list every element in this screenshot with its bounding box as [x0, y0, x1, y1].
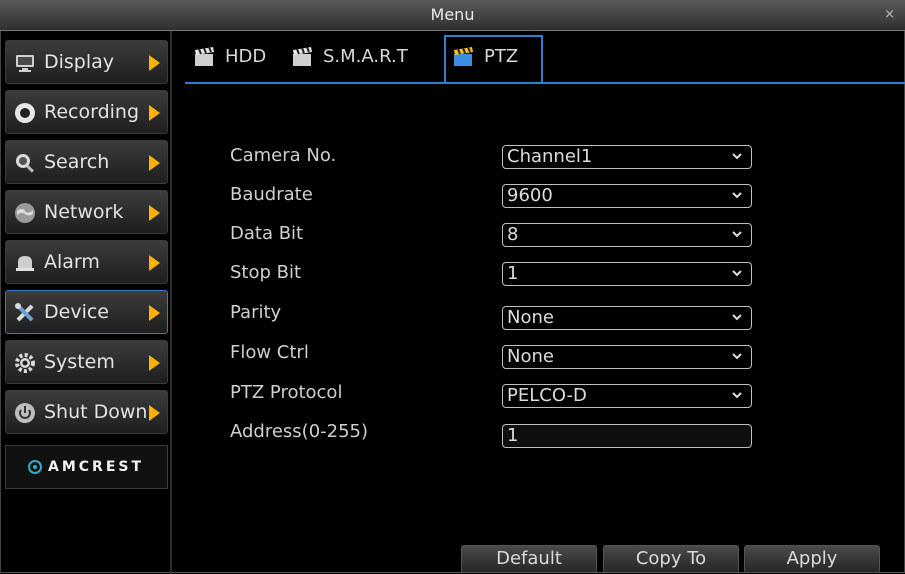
ptz-protocol-select[interactable]: PELCO-D: [502, 384, 752, 408]
sidebar-item-network[interactable]: Network: [5, 190, 168, 234]
alarm-bell-icon: [16, 256, 34, 271]
ptz-protocol-value: PELCO-D: [507, 385, 587, 406]
close-icon[interactable]: ×: [884, 0, 895, 30]
sidebar-item-label: Shut Down: [44, 401, 148, 423]
gear-icon: [15, 353, 35, 373]
power-icon: [15, 403, 35, 423]
monitor-icon: [16, 55, 34, 72]
copy-to-button[interactable]: Copy To: [603, 545, 739, 573]
sidebar-item-device[interactable]: Device: [5, 290, 168, 334]
title-bar: Menu ×: [0, 0, 905, 31]
chevron-down-icon: [732, 231, 742, 238]
brand-logo: AMCREST: [5, 445, 168, 489]
tools-icon: [15, 303, 34, 322]
chevron-down-icon: [732, 353, 742, 360]
ptz-protocol-label: PTZ Protocol: [230, 382, 343, 403]
chevron-right-icon: [149, 205, 160, 221]
tab-ptz[interactable]: PTZ: [444, 35, 543, 82]
data-bit-value: 8: [507, 224, 519, 245]
stop-bit-value: 1: [507, 263, 519, 284]
chevron-right-icon: [149, 255, 160, 271]
chevron-right-icon: [149, 305, 160, 321]
tab-hdd[interactable]: HDD: [187, 37, 282, 77]
sidebar-item-label: Alarm: [44, 251, 100, 273]
flow-ctrl-label: Flow Ctrl: [230, 342, 309, 363]
address-input[interactable]: 1: [502, 424, 752, 448]
sidebar-item-alarm[interactable]: Alarm: [5, 240, 168, 284]
tab-label: S.M.A.R.T: [323, 46, 408, 67]
parity-value: None: [507, 307, 554, 328]
data-bit-label: Data Bit: [230, 223, 304, 244]
chevron-right-icon: [149, 405, 160, 421]
magnifier-icon: [16, 154, 34, 173]
camera-no-label: Camera No.: [230, 145, 337, 166]
flow-ctrl-select[interactable]: None: [502, 345, 752, 369]
default-button[interactable]: Default: [461, 545, 597, 573]
chevron-down-icon: [732, 392, 742, 399]
chevron-down-icon: [732, 314, 742, 321]
baudrate-select[interactable]: 9600: [502, 184, 752, 208]
sidebar: Display Recording Search Network Alarm D…: [0, 31, 172, 574]
data-bit-select[interactable]: 8: [502, 223, 752, 247]
sidebar-item-label: Device: [44, 301, 109, 323]
chevron-down-icon: [732, 192, 742, 199]
camera-no-value: Channel1: [507, 146, 593, 167]
chevron-down-icon: [732, 153, 742, 160]
globe-icon: [15, 203, 35, 223]
baudrate-label: Baudrate: [230, 184, 313, 205]
window-title: Menu: [430, 5, 475, 24]
tab-label: PTZ: [484, 46, 519, 67]
clapperboard-icon: [293, 46, 312, 66]
sidebar-item-label: Display: [44, 51, 115, 73]
camera-no-select[interactable]: Channel1: [502, 145, 752, 169]
parity-select[interactable]: None: [502, 306, 752, 330]
sidebar-item-display[interactable]: Display: [5, 40, 168, 84]
sidebar-item-search[interactable]: Search: [5, 140, 168, 184]
record-icon: [15, 103, 35, 123]
sidebar-item-recording[interactable]: Recording: [5, 90, 168, 134]
tab-label: HDD: [225, 46, 267, 67]
amcrest-logo-icon: [28, 460, 42, 474]
tab-underline: [185, 82, 905, 84]
address-label: Address(0-255): [230, 421, 369, 442]
baudrate-value: 9600: [507, 185, 553, 206]
chevron-right-icon: [149, 355, 160, 371]
stop-bit-label: Stop Bit: [230, 262, 302, 283]
sidebar-item-label: Search: [44, 151, 110, 173]
address-value: 1: [507, 425, 519, 446]
sidebar-item-label: Network: [44, 201, 124, 223]
tab-smart[interactable]: S.M.A.R.T: [285, 37, 440, 77]
chevron-right-icon: [149, 55, 160, 71]
clapperboard-icon: [454, 46, 473, 66]
chevron-down-icon: [732, 270, 742, 277]
sidebar-item-label: Recording: [44, 101, 140, 123]
stop-bit-select[interactable]: 1: [502, 262, 752, 286]
apply-button[interactable]: Apply: [744, 545, 880, 573]
sidebar-item-system[interactable]: System: [5, 340, 168, 384]
chevron-right-icon: [149, 155, 160, 171]
parity-label: Parity: [230, 302, 282, 323]
chevron-right-icon: [149, 105, 160, 121]
sidebar-item-shut-down[interactable]: Shut Down: [5, 390, 168, 434]
sidebar-item-label: System: [44, 351, 115, 373]
brand-logo-text: AMCREST: [48, 459, 145, 475]
clapperboard-icon: [195, 46, 214, 66]
tab-bar: HDD S.M.A.R.T PTZ: [185, 35, 905, 82]
flow-ctrl-value: None: [507, 346, 554, 367]
